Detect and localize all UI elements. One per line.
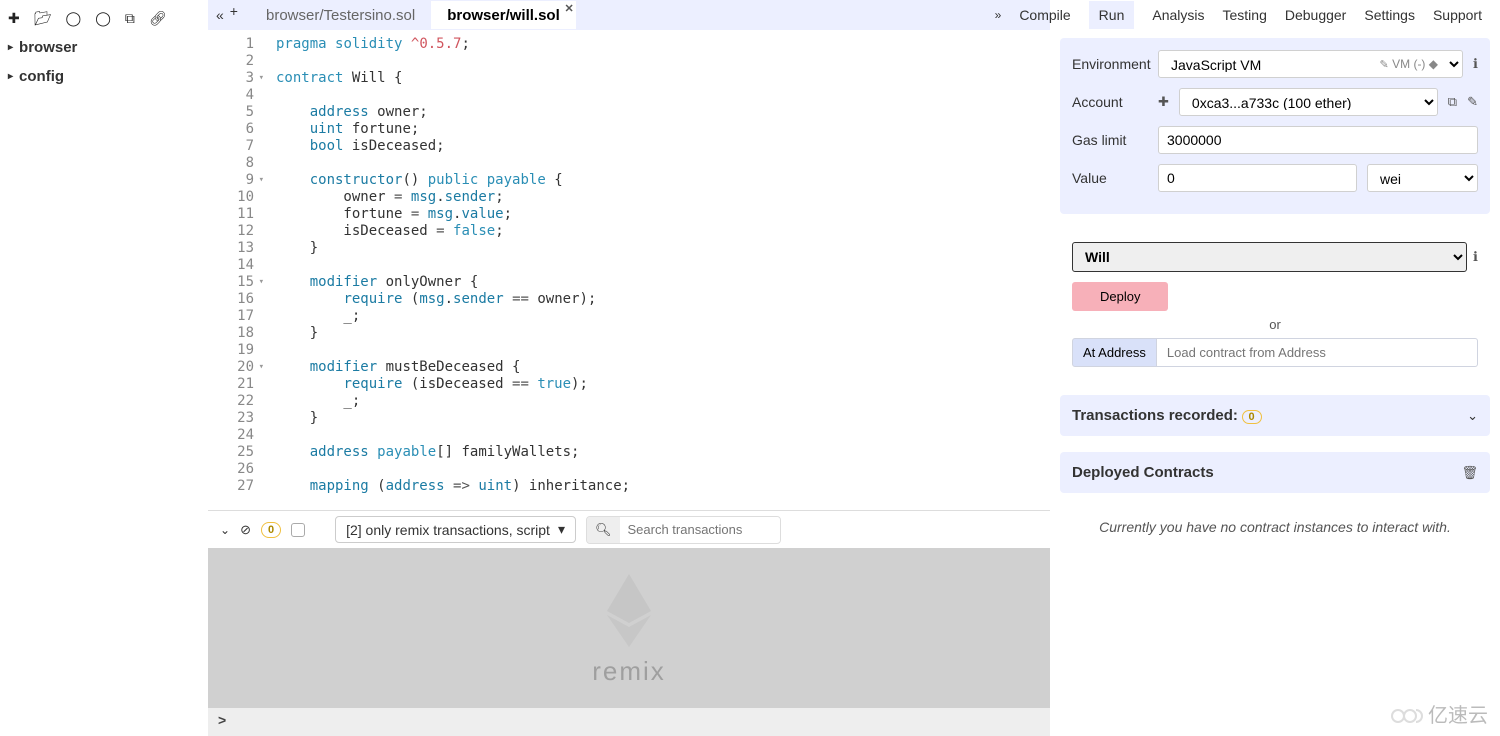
remix-logo: remix xyxy=(592,569,666,687)
deploy-button[interactable]: Deploy xyxy=(1072,282,1168,311)
editor-section: « + browser/Testersino.sol browser/will.… xyxy=(208,0,1050,736)
tab-label: browser/will.sol xyxy=(447,7,560,24)
tab-settings[interactable]: Settings xyxy=(1364,7,1415,23)
listen-checkbox[interactable] xyxy=(291,523,305,537)
code-content[interactable]: pragma solidity ^0.5.7;contract Will { a… xyxy=(262,30,1050,510)
console-prompt[interactable]: > xyxy=(208,708,1050,736)
or-text: or xyxy=(1072,311,1478,338)
expand-console-icon[interactable]: ⌄ xyxy=(220,523,230,537)
pending-badge: 0 xyxy=(261,522,281,538)
tab-run[interactable]: Run xyxy=(1089,1,1135,29)
transactions-recorded-section[interactable]: Transactions recorded: 0 ⌄ xyxy=(1060,395,1490,436)
deployed-title: Deployed Contracts xyxy=(1072,464,1214,481)
value-label: Value xyxy=(1072,170,1148,186)
info-icon[interactable]: ℹ xyxy=(1473,56,1478,72)
filter-dropdown[interactable]: [2] only remix transactions, script ▾ xyxy=(335,516,576,543)
folder-label: config xyxy=(19,68,64,85)
tree-folder-config[interactable]: ▸ config xyxy=(0,62,208,91)
search-icon: 🔍︎ xyxy=(587,517,620,543)
link-icon[interactable]: 🔗︎ xyxy=(149,10,167,27)
copy-icon[interactable]: ⧉ xyxy=(125,10,135,27)
console-toolbar: ⌄ ⊘ 0 [2] only remix transactions, scrip… xyxy=(208,510,1050,548)
tab-bar: « + browser/Testersino.sol browser/will.… xyxy=(208,0,1050,30)
tab-compile[interactable]: Compile xyxy=(1019,7,1070,23)
github-alt-icon[interactable]: ◯ xyxy=(95,10,111,27)
account-select[interactable]: 0xca3...a733c (100 ether) xyxy=(1179,88,1438,116)
collapse-panel-icon[interactable]: » xyxy=(995,8,1002,22)
line-gutter: 1234567891011121314151617181920212223242… xyxy=(208,30,262,510)
value-input[interactable] xyxy=(1158,164,1357,192)
value-unit-select[interactable]: wei xyxy=(1367,164,1478,192)
menu-tabs: » Compile Run Analysis Testing Debugger … xyxy=(1050,0,1500,30)
watermark: 亿速云 xyxy=(1390,699,1488,728)
console-output: remix xyxy=(208,548,1050,708)
close-icon[interactable]: ✕ xyxy=(565,2,574,15)
environment-panel: Environment JavaScript VM ✎ VM (-) ◆ ℹ A… xyxy=(1060,38,1490,214)
deployed-contracts-section: Deployed Contracts 🗑︎ xyxy=(1060,452,1490,493)
tab-analysis[interactable]: Analysis xyxy=(1152,7,1204,23)
folder-open-icon[interactable]: 📂︎ xyxy=(34,10,52,27)
account-label: Account xyxy=(1072,94,1148,110)
file-browser-panel: ✚ 📂︎ ◯ ◯ ⧉ 🔗︎ ▸ browser ▸ config xyxy=(0,0,208,736)
caret-right-icon: ▸ xyxy=(8,71,13,82)
folder-label: browser xyxy=(19,39,77,56)
file-toolbar: ✚ 📂︎ ◯ ◯ ⧉ 🔗︎ xyxy=(0,4,208,33)
edit-account-icon[interactable]: ✎ xyxy=(1467,94,1478,110)
gas-limit-input[interactable] xyxy=(1158,126,1478,154)
clear-console-icon[interactable]: ⊘ xyxy=(240,522,251,538)
add-tab-icon[interactable]: + xyxy=(230,3,238,19)
tree-folder-browser[interactable]: ▸ browser xyxy=(0,33,208,62)
at-address-button[interactable]: At Address xyxy=(1072,338,1157,367)
chevron-down-icon: ▾ xyxy=(558,521,565,538)
copy-address-icon[interactable]: ⧉ xyxy=(1448,94,1457,110)
remix-logo-text: remix xyxy=(592,656,666,687)
right-panel: » Compile Run Analysis Testing Debugger … xyxy=(1050,0,1500,736)
tab-will[interactable]: browser/will.sol ✕ xyxy=(431,1,576,29)
tx-recorded-label: Transactions recorded: xyxy=(1072,407,1238,424)
filter-label: [2] only remix transactions, script xyxy=(346,522,550,538)
contract-select[interactable]: Will xyxy=(1072,242,1467,272)
tab-debugger[interactable]: Debugger xyxy=(1285,7,1347,23)
tab-label: browser/Testersino.sol xyxy=(266,7,415,24)
chevron-down-icon[interactable]: ⌄ xyxy=(1467,408,1478,424)
env-label: Environment xyxy=(1072,56,1148,72)
search-transactions-input[interactable] xyxy=(620,517,780,542)
environment-select[interactable]: JavaScript VM xyxy=(1158,50,1463,78)
no-contracts-message: Currently you have no contract instances… xyxy=(1050,501,1500,553)
caret-right-icon: ▸ xyxy=(8,42,13,53)
gas-label: Gas limit xyxy=(1072,132,1148,148)
collapse-tabs-icon[interactable]: « xyxy=(216,7,224,23)
ethereum-icon xyxy=(599,569,659,649)
tab-support[interactable]: Support xyxy=(1433,7,1482,23)
tab-testersino[interactable]: browser/Testersino.sol xyxy=(250,1,431,29)
deploy-panel: Will ℹ Deploy or At Address xyxy=(1060,230,1490,379)
tx-count-badge: 0 xyxy=(1242,410,1262,424)
at-address-input[interactable] xyxy=(1157,338,1478,367)
github-icon[interactable]: ◯ xyxy=(66,10,82,27)
add-account-icon[interactable]: ✚ xyxy=(1158,94,1169,110)
new-file-icon[interactable]: ✚ xyxy=(8,10,20,27)
trash-icon[interactable]: 🗑︎ xyxy=(1461,465,1478,481)
info-icon[interactable]: ℹ xyxy=(1473,249,1478,265)
tab-testing[interactable]: Testing xyxy=(1223,7,1267,23)
code-editor[interactable]: 1234567891011121314151617181920212223242… xyxy=(208,30,1050,510)
